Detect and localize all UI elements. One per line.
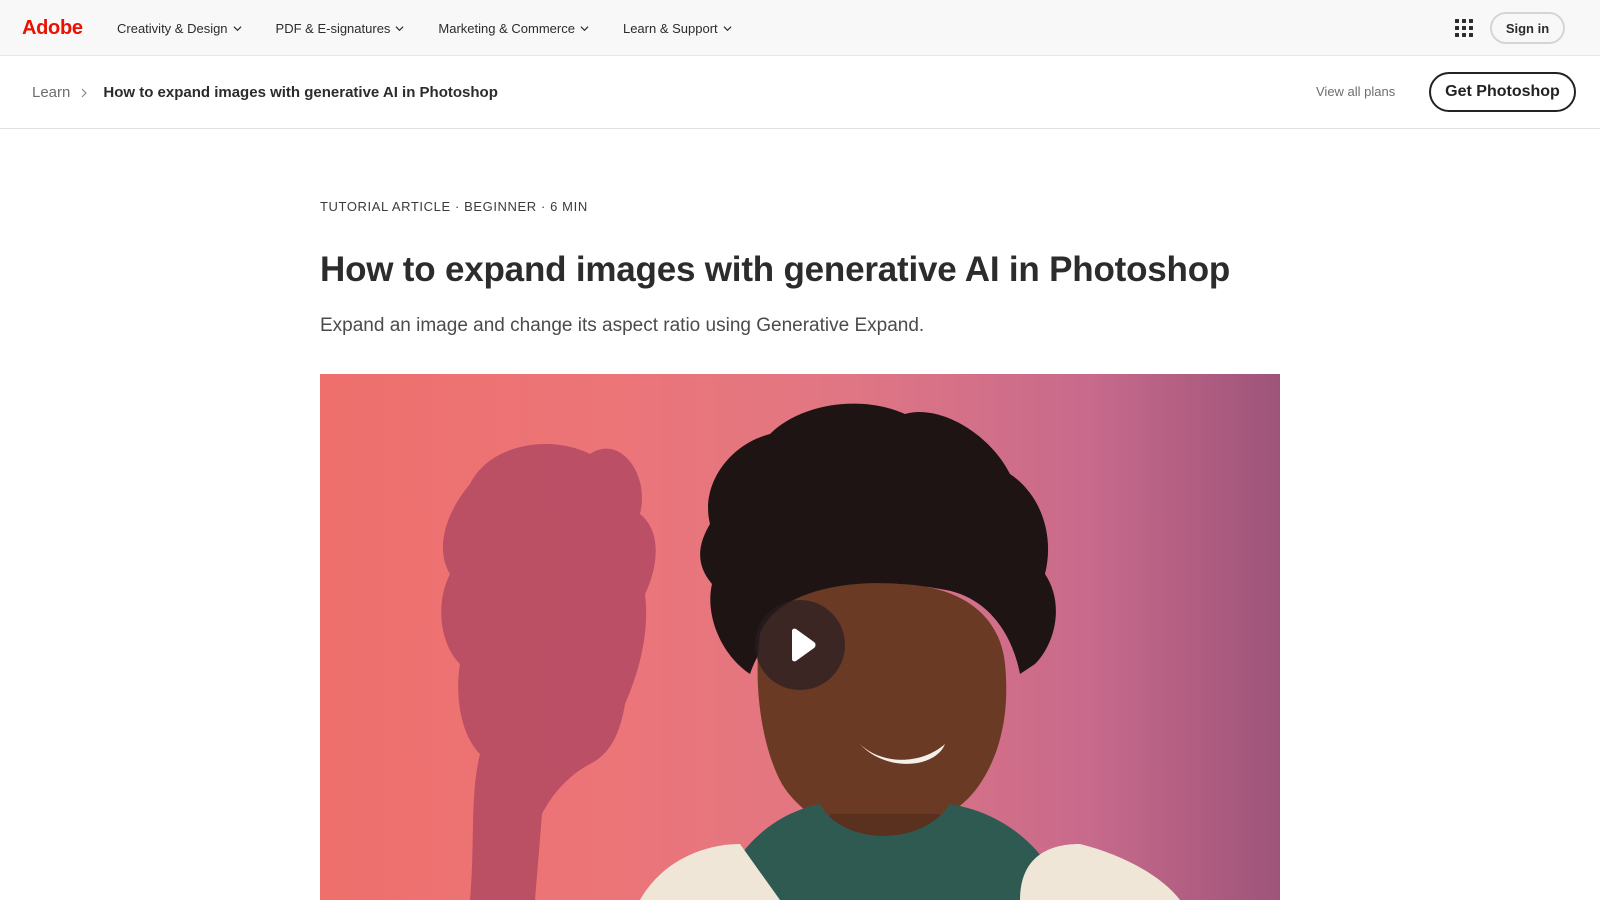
get-photoshop-button[interactable]: Get Photoshop	[1429, 72, 1576, 112]
global-nav-menu: Creativity & Design PDF & E-signatures M…	[117, 0, 766, 56]
global-nav: Adobe Creativity & Design PDF & E-signat…	[0, 0, 1600, 56]
play-button[interactable]	[755, 600, 845, 690]
chevron-down-icon	[395, 25, 404, 31]
play-icon	[792, 628, 816, 662]
chevron-down-icon	[580, 25, 589, 31]
nav-item-label: PDF & E-signatures	[275, 20, 391, 36]
nav-item-label: Learn & Support	[622, 20, 718, 36]
nav-item-creativity-design[interactable]: Creativity & Design	[117, 21, 242, 36]
article-eyebrow: Tutorial Article · Beginner · 6 min	[320, 199, 588, 214]
nav-item-pdf-esignatures[interactable]: PDF & E-signatures	[276, 21, 405, 36]
sign-in-button[interactable]: Sign in	[1490, 12, 1565, 44]
breadcrumb-current: How to expand images with generative AI …	[103, 84, 498, 101]
article-subtitle: Expand an image and change its aspect ra…	[320, 315, 925, 336]
page-title: How to expand images with generative AI …	[320, 250, 1231, 289]
chevron-right-icon	[81, 88, 88, 97]
nav-item-label: Creativity & Design	[117, 20, 228, 36]
breadcrumb-learn-link[interactable]: Learn	[32, 84, 70, 101]
local-nav: Learn How to expand images with generati…	[0, 56, 1600, 129]
adobe-logo[interactable]: Adobe	[22, 16, 83, 40]
nav-item-label: Marketing & Commerce	[438, 20, 575, 36]
chevron-down-icon	[723, 25, 732, 31]
video-player[interactable]	[320, 374, 1280, 900]
view-all-plans-link[interactable]: View all plans	[1316, 84, 1395, 99]
adobe-logo-text: Adobe	[22, 17, 83, 39]
nav-item-learn-support[interactable]: Learn & Support	[623, 21, 732, 36]
chevron-down-icon	[233, 25, 242, 31]
nav-item-marketing-commerce[interactable]: Marketing & Commerce	[438, 21, 589, 36]
breadcrumb: Learn How to expand images with generati…	[32, 56, 498, 129]
app-grid-icon[interactable]	[1455, 19, 1473, 37]
